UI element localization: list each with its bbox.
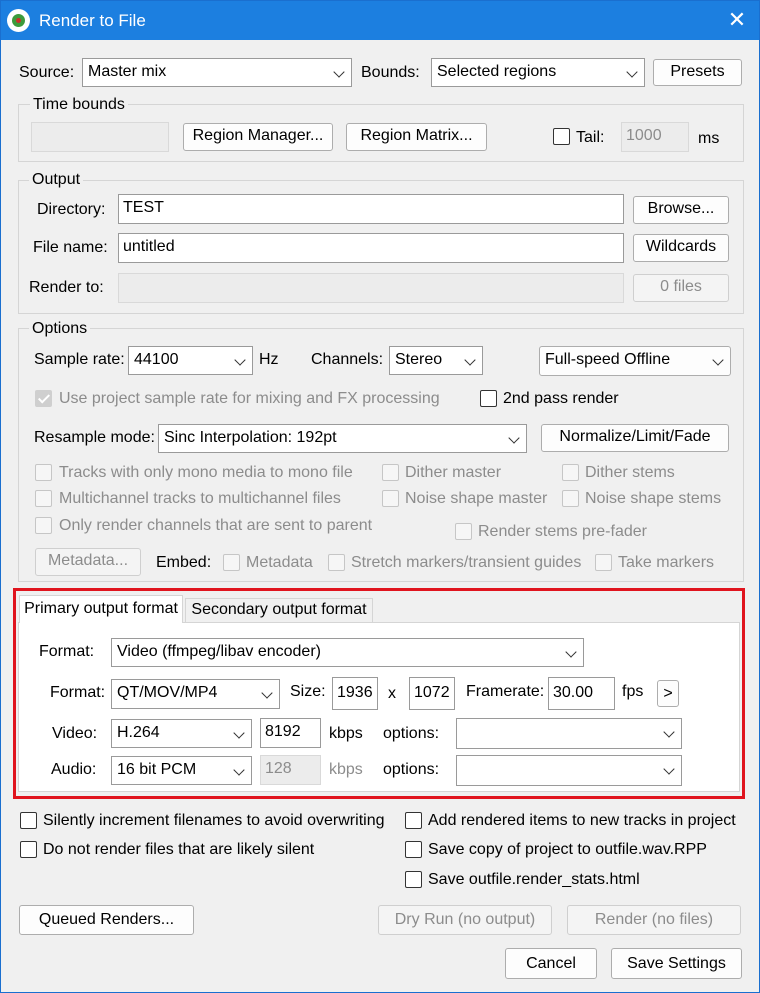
dry-run-button: Dry Run (no output) — [378, 905, 552, 935]
directory-label: Directory: — [37, 201, 106, 218]
second-pass-label: 2nd pass render — [503, 390, 619, 407]
format-highlight-box — [13, 588, 745, 799]
chevron-down-icon — [333, 66, 345, 78]
hz-label: Hz — [259, 351, 279, 368]
embed-label: Embed: — [156, 554, 212, 571]
time-bounds-title: Time bounds — [30, 95, 128, 115]
render-to-field — [118, 273, 624, 303]
multichannel-checkbox — [35, 490, 52, 507]
sample-rate-dropdown[interactable]: 44100 — [128, 346, 253, 375]
save-settings-button[interactable]: Save Settings — [611, 948, 742, 979]
dither-stems-checkbox — [562, 464, 579, 481]
filename-label: File name: — [33, 239, 108, 256]
reaper-app-icon — [7, 9, 30, 32]
mono-to-mono-checkbox — [35, 464, 52, 481]
noise-master-checkbox — [382, 490, 399, 507]
source-value: Master mix — [88, 63, 167, 80]
silently-increment-label: Silently increment filenames to avoid ov… — [43, 812, 385, 829]
chevron-down-icon — [234, 354, 246, 366]
bounds-label: Bounds: — [361, 64, 420, 81]
channels-dropdown[interactable]: Stereo — [389, 346, 483, 375]
dither-stems-label: Dither stems — [585, 464, 675, 481]
no-silent-checkbox[interactable] — [20, 841, 37, 858]
channels-label: Channels: — [311, 351, 384, 368]
save-copy-label: Save copy of project to outfile.wav.RPP — [428, 841, 707, 858]
directory-input[interactable]: TEST — [118, 194, 624, 224]
chevron-down-icon — [712, 354, 724, 366]
queued-renders-button[interactable]: Queued Renders... — [19, 905, 194, 935]
embed-metadata-checkbox — [223, 554, 240, 571]
metadata-button: Metadata... — [35, 548, 141, 576]
multichannel-label: Multichannel tracks to multichannel file… — [59, 490, 341, 507]
title-bar: Render to File ✕ — [1, 1, 759, 40]
sample-rate-value: 44100 — [134, 351, 179, 368]
tail-label: Tail: — [576, 129, 605, 146]
add-to-tracks-label: Add rendered items to new tracks in proj… — [428, 812, 736, 829]
embed-metadata-label: Metadata — [246, 554, 313, 571]
window-title: Render to File — [39, 11, 146, 30]
render-button: Render (no files) — [567, 905, 741, 935]
embed-stretch-label: Stretch markers/transient guides — [351, 554, 582, 571]
chevron-down-icon — [508, 432, 520, 444]
add-to-tracks-checkbox[interactable] — [405, 812, 422, 829]
chevron-down-icon — [464, 354, 476, 366]
mono-to-mono-label: Tracks with only mono media to mono file — [59, 464, 353, 481]
filename-input[interactable]: untitled — [118, 233, 624, 263]
silently-increment-checkbox[interactable] — [20, 812, 37, 829]
render-speed-dropdown[interactable]: Full-speed Offline — [539, 346, 731, 376]
use-project-rate-label: Use project sample rate for mixing and F… — [59, 390, 440, 407]
no-silent-label: Do not render files that are likely sile… — [43, 841, 315, 858]
save-stats-label: Save outfile.render_stats.html — [428, 871, 640, 888]
dither-master-label: Dither master — [405, 464, 502, 481]
resample-value: Sinc Interpolation: 192pt — [164, 429, 337, 446]
use-project-rate-checkbox — [35, 390, 52, 407]
bounds-dropdown[interactable]: Selected regions — [431, 58, 645, 87]
browse-button[interactable]: Browse... — [633, 196, 729, 224]
render-to-file-dialog: Render to File ✕ Source: Master mix Boun… — [0, 0, 760, 993]
tail-input: 1000 — [621, 122, 689, 152]
render-to-label: Render to: — [29, 279, 104, 296]
save-copy-checkbox[interactable] — [405, 841, 422, 858]
presets-button[interactable]: Presets — [653, 59, 742, 86]
only-parent-label: Only render channels that are sent to pa… — [59, 517, 373, 534]
stems-prefader-label: Render stems pre-fader — [478, 523, 647, 540]
sample-rate-label: Sample rate: — [34, 351, 125, 368]
close-icon[interactable]: ✕ — [724, 7, 750, 33]
source-dropdown[interactable]: Master mix — [82, 58, 352, 87]
tail-unit: ms — [698, 130, 720, 147]
noise-stems-label: Noise shape stems — [585, 490, 722, 507]
source-label: Source: — [19, 64, 75, 81]
save-stats-checkbox[interactable] — [405, 871, 422, 888]
render-speed-value: Full-speed Offline — [545, 351, 671, 368]
files-count-button: 0 files — [633, 274, 729, 302]
cancel-button[interactable]: Cancel — [505, 948, 597, 979]
region-manager-button[interactable]: Region Manager... — [183, 123, 333, 151]
resample-dropdown[interactable]: Sinc Interpolation: 192pt — [158, 424, 527, 453]
second-pass-checkbox[interactable] — [480, 390, 497, 407]
only-parent-checkbox — [35, 517, 52, 534]
embed-stretch-checkbox — [328, 554, 345, 571]
bounds-value: Selected regions — [437, 63, 557, 80]
normalize-button[interactable]: Normalize/Limit/Fade — [541, 424, 729, 452]
embed-take-label: Take markers — [618, 554, 715, 571]
region-matrix-button[interactable]: Region Matrix... — [346, 123, 487, 151]
time-bounds-field — [31, 122, 169, 152]
tail-checkbox[interactable] — [553, 128, 570, 145]
dither-master-checkbox — [382, 464, 399, 481]
options-title: Options — [29, 319, 91, 339]
noise-stems-checkbox — [562, 490, 579, 507]
channels-value: Stereo — [395, 351, 443, 368]
noise-master-label: Noise shape master — [405, 490, 548, 507]
resample-label: Resample mode: — [34, 429, 155, 446]
wildcards-button[interactable]: Wildcards — [633, 234, 729, 262]
output-title: Output — [29, 170, 84, 190]
chevron-down-icon — [626, 66, 638, 78]
stems-prefader-checkbox — [455, 523, 472, 540]
embed-take-checkbox — [595, 554, 612, 571]
